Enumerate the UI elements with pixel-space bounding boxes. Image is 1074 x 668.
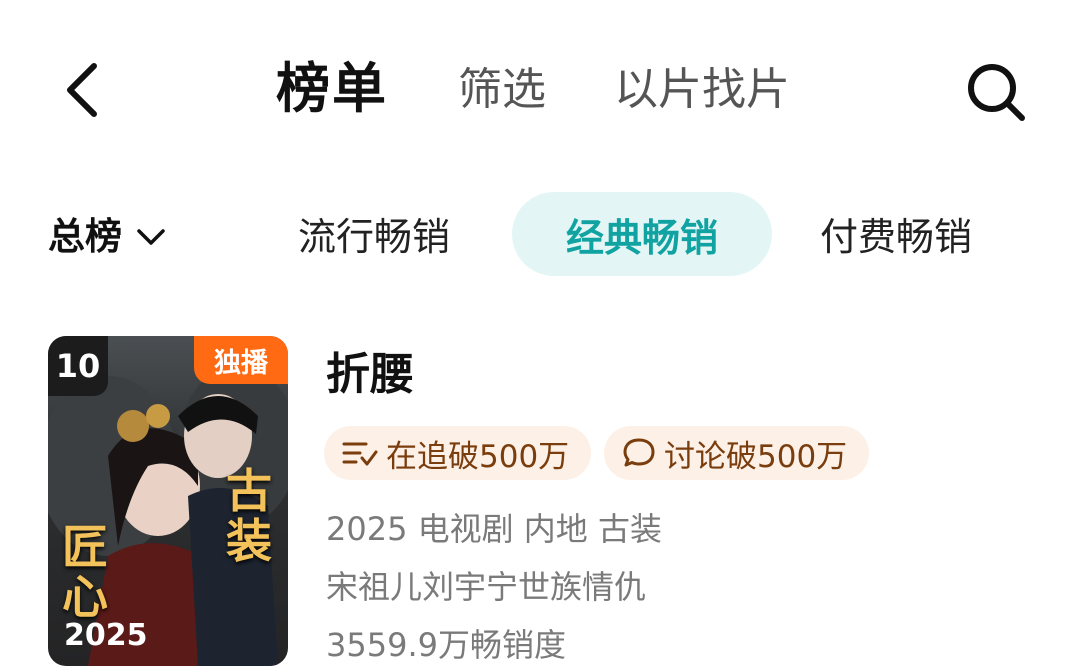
poster-year: 2025 bbox=[64, 618, 148, 653]
search-icon bbox=[968, 64, 1025, 121]
following-stat-pill: 在追破500万 bbox=[324, 426, 592, 480]
poster-image[interactable]: 10 独播 古装 匠心 2025 bbox=[48, 336, 288, 666]
show-info-line: 2025 电视剧 内地 古装 bbox=[326, 510, 662, 548]
show-description: 宋祖儿刘宇宁世族情仇 bbox=[326, 568, 647, 606]
comment-icon bbox=[623, 438, 655, 467]
poster-genre-text: 古装 bbox=[226, 464, 272, 568]
tab-classic-bestseller[interactable]: 经典畅销 bbox=[512, 192, 772, 276]
chevron-down-icon bbox=[137, 229, 165, 245]
follow-list-icon bbox=[342, 442, 378, 466]
rank-number: 10 bbox=[48, 336, 108, 396]
exclusive-badge: 独播 bbox=[194, 336, 288, 384]
discussion-stat-text: 讨论破500万 bbox=[664, 438, 848, 475]
back-button[interactable] bbox=[58, 58, 108, 122]
tab-filter[interactable]: 筛选 bbox=[458, 60, 546, 120]
ranking-type-label: 总榜 bbox=[48, 215, 122, 258]
show-title[interactable]: 折腰 bbox=[326, 340, 414, 410]
page-title: 榜单 bbox=[276, 57, 388, 120]
search-button[interactable] bbox=[962, 60, 1032, 126]
tab-paid-bestseller[interactable]: 付费畅销 bbox=[820, 210, 972, 264]
poster-slogan-text: 匠心 bbox=[62, 520, 108, 624]
following-stat-text: 在追破500万 bbox=[386, 438, 570, 475]
chevron-left-icon bbox=[67, 63, 97, 117]
discussion-stat-pill: 讨论破500万 bbox=[604, 426, 870, 480]
tab-find-similar[interactable]: 以片找片 bbox=[614, 60, 790, 120]
sales-score: 3559.9万畅销度 bbox=[326, 626, 566, 664]
tab-popular-bestseller[interactable]: 流行畅销 bbox=[298, 210, 450, 264]
ranking-type-dropdown[interactable]: 总榜 bbox=[48, 210, 166, 264]
